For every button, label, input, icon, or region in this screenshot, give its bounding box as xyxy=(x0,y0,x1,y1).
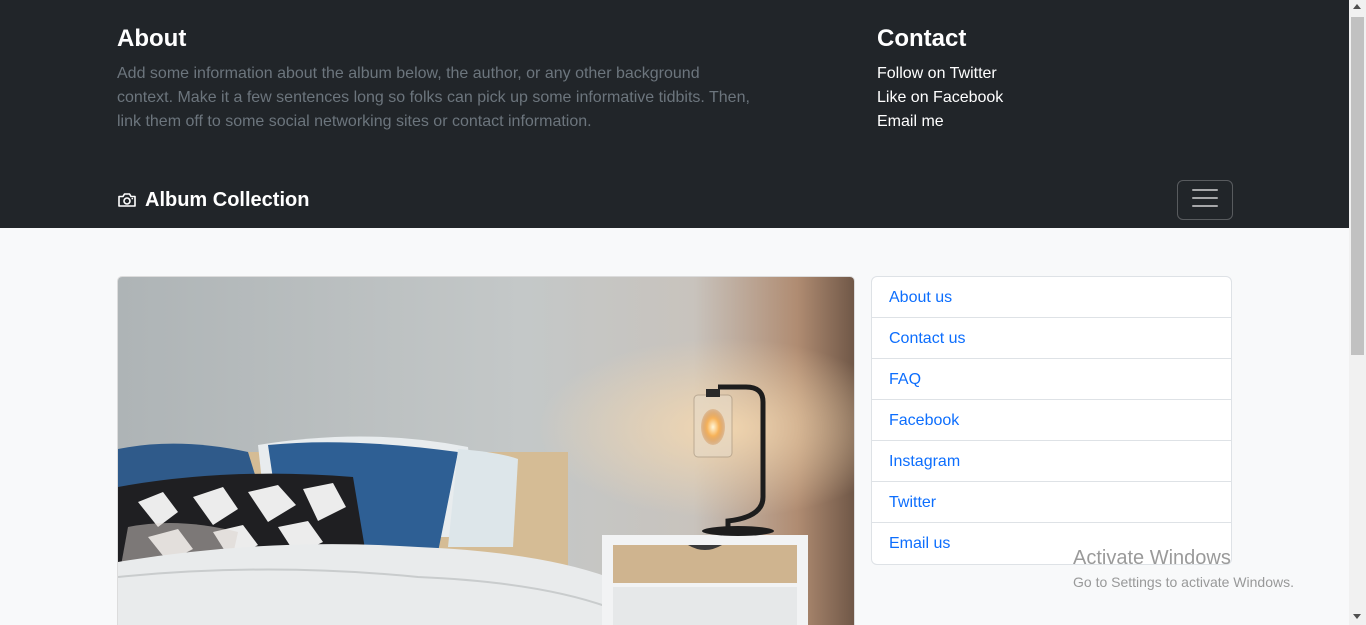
sidebar-link-contact-us[interactable]: Contact us xyxy=(872,318,1231,359)
page: About Add some information about the alb… xyxy=(0,0,1349,625)
follow-twitter-link[interactable]: Follow on Twitter xyxy=(877,65,997,82)
sidebar-link-facebook[interactable]: Facebook xyxy=(872,400,1231,441)
sidebar-link-faq[interactable]: FAQ xyxy=(872,359,1231,400)
scroll-up-arrow-icon[interactable] xyxy=(1353,4,1361,9)
sidebar-list: About us Contact us FAQ Facebook Instagr… xyxy=(871,276,1232,565)
camera-icon xyxy=(117,190,137,210)
sidebar-link-instagram[interactable]: Instagram xyxy=(872,441,1231,482)
email-me-link[interactable]: Email me xyxy=(877,113,944,130)
contact-item: Email me xyxy=(877,110,1237,134)
navbar-toggler-button[interactable] xyxy=(1177,180,1233,220)
like-facebook-link[interactable]: Like on Facebook xyxy=(877,89,1003,106)
album-photo xyxy=(117,276,855,625)
contact-title: Contact xyxy=(877,25,967,52)
about-text: Add some information about the album bel… xyxy=(117,65,750,130)
watermark-title: Activate Windows xyxy=(1073,547,1231,569)
activate-windows-watermark: Activate Windows Go to Settings to activ… xyxy=(1073,546,1294,592)
scrollbar-thumb[interactable] xyxy=(1351,17,1364,355)
about-title: About xyxy=(117,25,187,52)
contact-links: Follow on Twitter Like on Facebook Email… xyxy=(877,62,1237,134)
about-section: About Add some information about the alb… xyxy=(117,24,757,134)
contact-item: Like on Facebook xyxy=(877,86,1237,110)
brand-title: Album Collection xyxy=(145,189,310,211)
header-collapse: About Add some information about the alb… xyxy=(0,0,1349,228)
sidebar-link-about-us[interactable]: About us xyxy=(872,277,1231,318)
hamburger-menu-icon xyxy=(1192,187,1218,214)
sidebar-link-twitter[interactable]: Twitter xyxy=(872,482,1231,523)
contact-item: Follow on Twitter xyxy=(877,62,1237,86)
scroll-down-arrow-icon[interactable] xyxy=(1353,614,1361,619)
contact-section: Contact Follow on Twitter Like on Facebo… xyxy=(877,24,1237,134)
vertical-scrollbar[interactable] xyxy=(1349,0,1366,625)
navbar-brand[interactable]: Album Collection xyxy=(117,186,309,214)
watermark-subtitle: Go to Settings to activate Windows. xyxy=(1073,574,1294,590)
